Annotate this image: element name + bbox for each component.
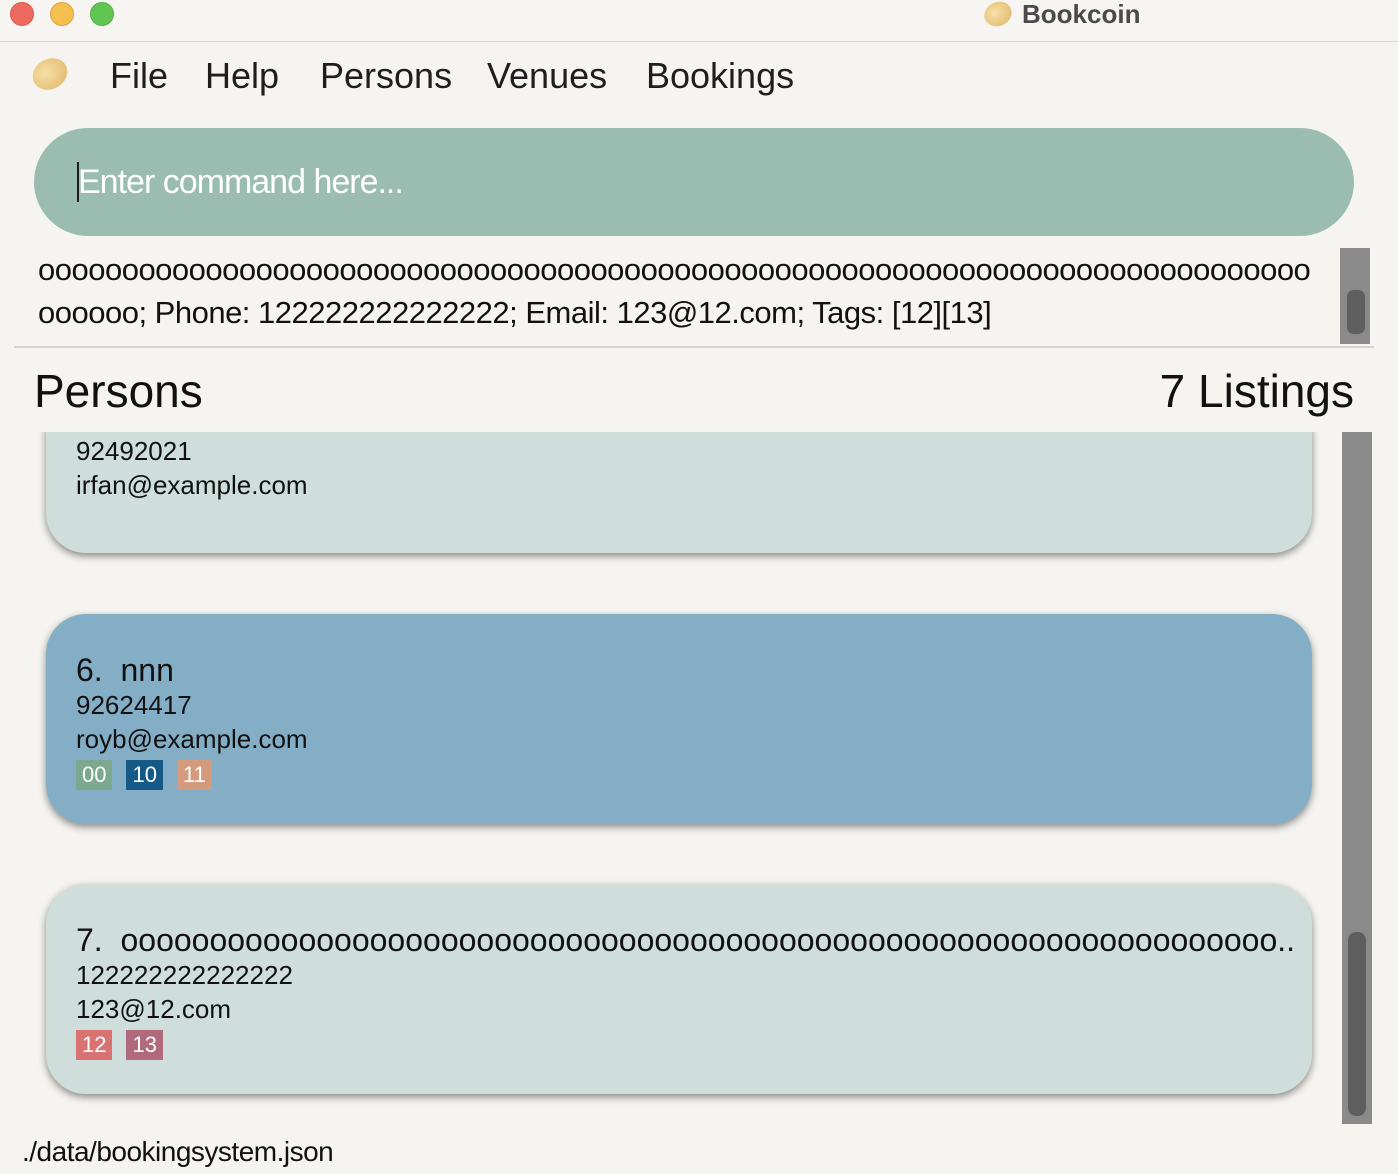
person-name: 7. ooooooooooooooooooooooooooooooooooooo…: [76, 922, 1296, 959]
menu-bookings[interactable]: Bookings: [646, 55, 794, 97]
person-email: 123@12.com: [76, 994, 232, 1024]
window-title: Bookcoin: [1022, 0, 1141, 29]
person-index: 6.: [76, 652, 103, 688]
coin-icon: [980, 0, 1016, 31]
save-file-path: ./data/bookingsystem.json: [22, 1136, 334, 1167]
tag: 12: [76, 1030, 113, 1060]
tag: 13: [126, 1030, 163, 1060]
person-phone: 122222222222222: [76, 960, 293, 990]
person-phone: 92492021: [76, 436, 192, 466]
person-phone: 92624417: [76, 690, 192, 720]
menu-bar: File Help Persons Venues Bookings: [0, 43, 1398, 109]
command-box[interactable]: [34, 128, 1354, 236]
person-index: 7.: [76, 922, 103, 958]
window-title-group: Bookcoin: [980, 0, 1141, 31]
title-bar: Bookcoin: [0, 0, 1398, 42]
menu-file[interactable]: File: [110, 55, 168, 97]
menu-help[interactable]: Help: [205, 55, 279, 97]
menu-persons[interactable]: Persons: [320, 55, 452, 97]
result-scrollbar[interactable]: [1340, 248, 1370, 344]
tag: 11: [176, 760, 212, 790]
tag: 00: [76, 760, 113, 790]
person-name: 6. nnn: [76, 652, 1296, 689]
person-list[interactable]: 92492021 irfan@example.com 6. nnn 926244…: [0, 432, 1342, 1124]
menu-venues[interactable]: Venues: [487, 55, 607, 97]
divider: [14, 346, 1374, 348]
person-name-text: nnn: [120, 652, 174, 688]
person-card[interactable]: 7. ooooooooooooooooooooooooooooooooooooo…: [46, 884, 1312, 1094]
tag: 10: [126, 760, 163, 790]
person-email: royb@example.com: [76, 724, 308, 754]
person-name-text: oooooooooooooooooooooooooooooooooooooooo…: [120, 922, 1296, 958]
list-scrollbar-thumb[interactable]: [1348, 932, 1366, 1116]
minimize-window-button[interactable]: [50, 2, 74, 26]
result-display: oooooooooooooooooooooooooooooooooooooooo…: [14, 248, 1374, 346]
person-card-selected[interactable]: 6. nnn 92624417 royb@example.com 00 10 1…: [46, 614, 1312, 824]
tag-list: 12 13: [76, 1030, 177, 1060]
command-input[interactable]: [78, 150, 1318, 214]
tag-list: 00 10 11: [76, 760, 226, 790]
person-card[interactable]: 92492021 irfan@example.com: [46, 432, 1312, 553]
zoom-window-button[interactable]: [90, 2, 114, 26]
result-scrollbar-thumb[interactable]: [1347, 290, 1365, 334]
coin-icon: [26, 52, 74, 96]
listing-count: 7 Listings: [1159, 365, 1354, 417]
list-title: Persons: [34, 365, 203, 417]
result-text: oooooooooooooooooooooooooooooooooooooooo…: [38, 252, 1311, 330]
close-window-button[interactable]: [10, 2, 34, 26]
list-scrollbar[interactable]: [1342, 432, 1372, 1124]
person-email: irfan@example.com: [76, 470, 308, 500]
